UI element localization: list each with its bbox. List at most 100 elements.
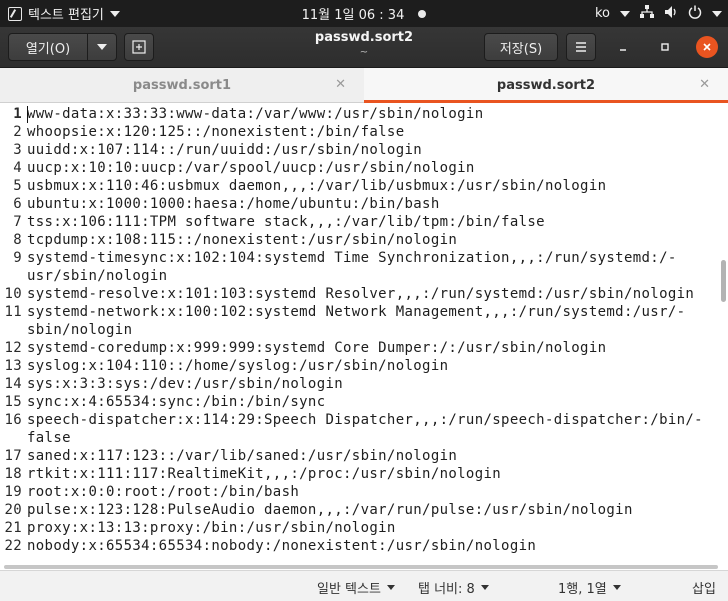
line-text: usbmux:x:110:46:usbmux daemon,,,:/var/li…: [27, 178, 607, 194]
status-bar: 일반 텍스트 탭 너비: 8 1행, 1열 삽입: [0, 570, 728, 601]
editor-line[interactable]: false: [0, 429, 716, 447]
editor-line[interactable]: 9 systemd-timesync:x:102:104:systemd Time…: [0, 249, 716, 267]
close-window-button[interactable]: [696, 36, 718, 58]
notification-dot-icon: [418, 9, 427, 18]
network-icon[interactable]: [640, 4, 654, 23]
input-method-chevron-icon[interactable]: [620, 10, 630, 17]
minimize-icon: [620, 49, 626, 51]
line-number: 12: [4, 340, 22, 356]
line-number: 4: [13, 160, 22, 176]
line-text: www-data:x:33:33:www-data:/var/www:/usr/…: [27, 106, 484, 122]
line-number: 10: [4, 286, 22, 302]
chevron-down-icon: [480, 585, 489, 590]
editor-line[interactable]: 8 tcpdump:x:108:115::/nonexistent:/usr/sb…: [0, 231, 716, 249]
volume-icon[interactable]: [664, 5, 678, 23]
language-selector[interactable]: 일반 텍스트: [317, 578, 395, 597]
line-text: tss:x:106:111:TPM software stack,,,:/var…: [27, 214, 545, 230]
line-number: 15: [4, 394, 22, 410]
line-number: 2: [13, 124, 22, 140]
hamburger-menu-button[interactable]: [566, 33, 596, 61]
editor-line[interactable]: 3 uuidd:x:107:114::/run/uuidd:/usr/sbin/n…: [0, 141, 716, 159]
save-button[interactable]: 저장(S): [484, 33, 558, 61]
editor-line[interactable]: 22 nobody:x:65534:65534:nobody:/nonexiste…: [0, 537, 716, 555]
editor-line[interactable]: 20 pulse:x:123:128:PulseAudio daemon,,,:/…: [0, 501, 716, 519]
line-text: systemd-resolve:x:101:103:systemd Resolv…: [27, 286, 695, 302]
editor-line[interactable]: 7 tss:x:106:111:TPM software stack,,,:/va…: [0, 213, 716, 231]
editor-line[interactable]: sbin/nologin: [0, 321, 716, 339]
tab-passwd-sort1[interactable]: passwd.sort1 ✕: [0, 68, 364, 102]
editor-line[interactable]: 18 rtkit:x:111:117:RealtimeKit,,,:/proc:/…: [0, 465, 716, 483]
editor-line[interactable]: 17 saned:x:117:123::/var/lib/saned:/usr/s…: [0, 447, 716, 465]
line-number: 17: [4, 448, 22, 464]
minimize-button[interactable]: [612, 36, 634, 58]
system-tray: ko: [595, 0, 722, 27]
tab-close-icon[interactable]: ✕: [699, 77, 710, 92]
tab-close-icon[interactable]: ✕: [335, 77, 346, 92]
line-number: 5: [13, 178, 22, 194]
close-icon: [703, 43, 711, 51]
editor-line[interactable]: usr/sbin/nologin: [0, 267, 716, 285]
line-number: 7: [13, 214, 22, 230]
line-number: 16: [4, 412, 22, 428]
editor-line[interactable]: 1 www-data:x:33:33:www-data:/var/www:/usr…: [0, 105, 716, 123]
line-text: syslog:x:104:110::/home/syslog:/usr/sbin…: [27, 358, 449, 374]
editor-line[interactable]: 11 systemd-network:x:100:102:systemd Netw…: [0, 303, 716, 321]
line-text: uucp:x:10:10:uucp:/var/spool/uucp:/usr/s…: [27, 160, 475, 176]
editor-line[interactable]: 16 speech-dispatcher:x:114:29:Speech Disp…: [0, 411, 716, 429]
chevron-down-icon: [386, 585, 395, 590]
line-text: rtkit:x:111:117:RealtimeKit,,,:/proc:/us…: [27, 466, 502, 482]
tab-passwd-sort2[interactable]: passwd.sort2 ✕: [364, 68, 728, 103]
tab-label: passwd.sort1: [132, 77, 232, 93]
line-number: 22: [4, 538, 22, 554]
line-text: nobody:x:65534:65534:nobody:/nonexistent…: [27, 538, 537, 554]
insert-mode-label: 삽입: [692, 582, 716, 597]
tab-bar: passwd.sort1 ✕ passwd.sort2 ✕: [0, 68, 728, 103]
clock-label: 11월 1일 06 : 34: [301, 8, 405, 23]
line-text: sys:x:3:3:sys:/dev:/usr/sbin/nologin: [27, 376, 344, 392]
line-number: 20: [4, 502, 22, 518]
editor-line[interactable]: 14 sys:x:3:3:sys:/dev:/usr/sbin/nologin: [0, 375, 716, 393]
editor-line[interactable]: 13 syslog:x:104:110::/home/syslog:/usr/sb…: [0, 357, 716, 375]
editor-line[interactable]: 6 ubuntu:x:1000:1000:haesa:/home/ubuntu:/…: [0, 195, 716, 213]
tab-width-label: 탭 너비: 8: [418, 582, 475, 597]
line-number: 13: [4, 358, 22, 374]
vertical-scrollbar[interactable]: [721, 260, 726, 302]
line-number: 8: [13, 232, 22, 248]
cursor-position[interactable]: 1행, 1열: [558, 578, 621, 597]
line-number: 14: [4, 376, 22, 392]
text-editor-area[interactable]: 1 www-data:x:33:33:www-data:/var/www:/usr…: [0, 103, 728, 563]
line-text: sbin/nologin: [27, 322, 133, 338]
chevron-down-icon: [612, 585, 621, 590]
power-icon[interactable]: [688, 5, 702, 23]
editor-line[interactable]: 19 root:x:0:0:root:/root:/bin/bash: [0, 483, 716, 501]
line-text: systemd-coredump:x:999:999:systemd Core …: [27, 340, 607, 356]
editor-line[interactable]: 21 proxy:x:13:13:proxy:/bin:/usr/sbin/nol…: [0, 519, 716, 537]
line-text: false: [27, 430, 71, 446]
horizontal-scrollbar[interactable]: [4, 565, 718, 569]
system-menu-chevron-icon[interactable]: [712, 10, 722, 17]
editor-line[interactable]: 2 whoopsie:x:120:125::/nonexistent:/bin/f…: [0, 123, 716, 141]
maximize-button[interactable]: [654, 36, 676, 58]
line-number: 19: [4, 484, 22, 500]
line-text: systemd-network:x:100:102:systemd Networ…: [27, 304, 686, 320]
header-bar: 열기(O) passwd.sort2 ~ 저장(S): [0, 27, 728, 68]
line-text: systemd-timesync:x:102:104:systemd Time …: [27, 250, 677, 266]
top-panel: 텍스트 편집기 11월 1일 06 : 34 ko: [0, 0, 728, 27]
editor-line[interactable]: 4 uucp:x:10:10:uucp:/var/spool/uucp:/usr/…: [0, 159, 716, 177]
line-number: 18: [4, 466, 22, 482]
line-text: pulse:x:123:128:PulseAudio daemon,,,:/va…: [27, 502, 633, 518]
maximize-icon: [661, 43, 669, 51]
editor-line[interactable]: 15 sync:x:4:65534:sync:/bin:/bin/sync: [0, 393, 716, 411]
language-label: 일반 텍스트: [317, 582, 381, 597]
line-text: speech-dispatcher:x:114:29:Speech Dispat…: [27, 412, 703, 428]
editor-line[interactable]: 10 systemd-resolve:x:101:103:systemd Reso…: [0, 285, 716, 303]
insert-mode-indicator[interactable]: 삽입: [692, 578, 716, 597]
input-method-indicator[interactable]: ko: [595, 6, 610, 21]
editor-line[interactable]: 12 systemd-coredump:x:999:999:systemd Cor…: [0, 339, 716, 357]
editor-line[interactable]: 5 usbmux:x:110:46:usbmux daemon,,,:/var/l…: [0, 177, 716, 195]
line-number: 9: [13, 250, 22, 266]
line-text: uuidd:x:107:114::/run/uuidd:/usr/sbin/no…: [27, 142, 423, 158]
tab-width-selector[interactable]: 탭 너비: 8: [418, 578, 489, 597]
menu-icon: [576, 42, 586, 52]
line-text: whoopsie:x:120:125::/nonexistent:/bin/fa…: [27, 124, 405, 140]
